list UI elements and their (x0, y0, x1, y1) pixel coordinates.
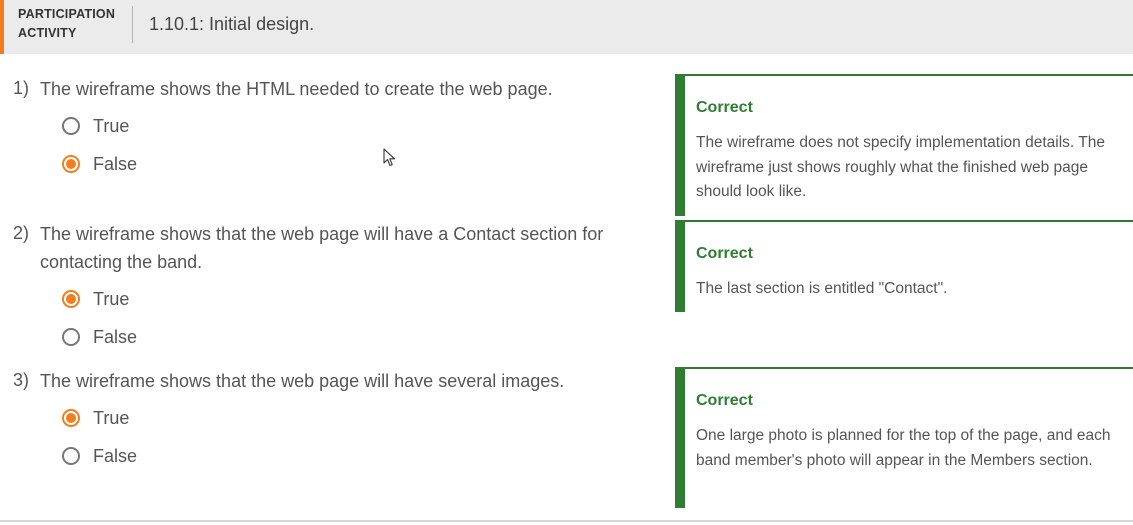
header-accent-bar (0, 0, 4, 54)
radio-button[interactable] (62, 328, 80, 346)
question-number: 1) (13, 78, 30, 98)
q1-feedback: Correct The wireframe does not specify i… (675, 74, 1133, 216)
question-number: 2) (13, 223, 30, 243)
option-label: False (93, 445, 138, 466)
feedback-title: Correct (696, 99, 753, 116)
radio-button[interactable] (62, 117, 80, 135)
q3-option-false[interactable]: False (62, 444, 137, 468)
activity-label-line2: ACTIVITY (18, 26, 77, 40)
activity-type-label: PARTICIPATION ACTIVITY (18, 5, 115, 43)
question-number: 3) (13, 370, 30, 390)
bottom-divider (0, 520, 1133, 522)
option-label: False (93, 153, 138, 174)
question-text: The wireframe shows the HTML needed to c… (40, 79, 553, 99)
q2-option-true[interactable]: True (62, 287, 129, 311)
option-label: True (93, 115, 130, 136)
feedback-text: The wireframe does not specify implement… (696, 134, 1105, 200)
question-text: The wireframe shows that the web page wi… (40, 371, 565, 391)
feedback-title: Correct (696, 392, 753, 409)
q3-feedback: Correct One large photo is planned for t… (675, 367, 1133, 508)
radio-button-selected[interactable] (62, 409, 80, 427)
header-divider (132, 6, 133, 43)
option-label: True (93, 288, 130, 309)
activity-header: PARTICIPATION ACTIVITY 1.10.1: Initial d… (0, 0, 1133, 54)
option-label: True (93, 407, 130, 428)
mouse-pointer-icon (383, 148, 396, 167)
q2-option-false[interactable]: False (62, 325, 137, 349)
option-label: False (93, 326, 138, 347)
radio-button-selected[interactable] (62, 290, 80, 308)
q3-option-true[interactable]: True (62, 406, 129, 430)
q1-option-true[interactable]: True (62, 114, 129, 138)
activity-title: 1.10.1: Initial design. (149, 14, 315, 34)
radio-button[interactable] (62, 447, 80, 465)
activity-label-line1: PARTICIPATION (18, 7, 116, 21)
feedback-title: Correct (696, 245, 753, 262)
q1-option-false[interactable]: False (62, 152, 137, 176)
question-text: The wireframe shows that the web page wi… (40, 224, 604, 272)
feedback-text: One large photo is planned for the top o… (696, 427, 1111, 469)
feedback-text: The last section is entitled "Contact". (696, 280, 948, 297)
radio-button-selected[interactable] (62, 155, 80, 173)
q2-feedback: Correct The last section is entitled "Co… (675, 220, 1133, 312)
